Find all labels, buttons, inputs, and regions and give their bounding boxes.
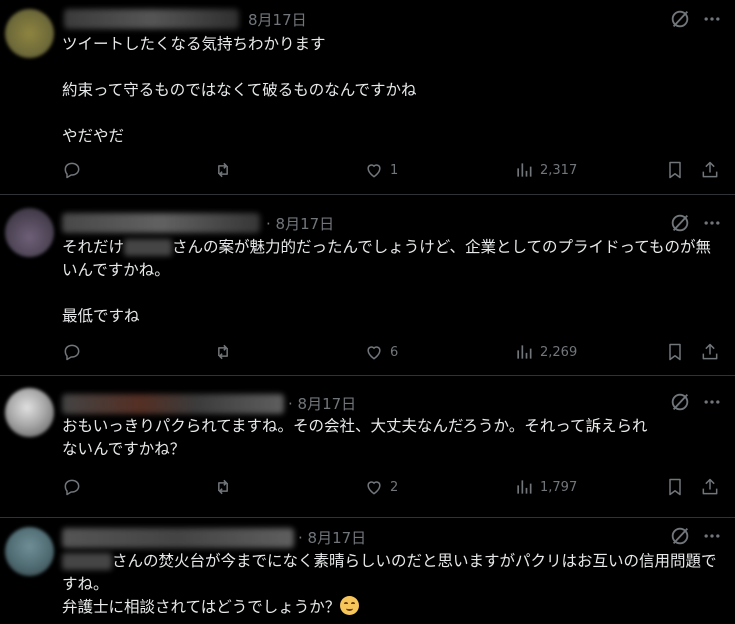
- like-button[interactable]: 2: [364, 477, 398, 497]
- smiling-face-emoji-icon: [340, 596, 360, 615]
- reply-button[interactable]: [62, 477, 82, 497]
- mentioned-name-blurred: [62, 553, 112, 570]
- views-chart-icon: [517, 163, 532, 177]
- views-button[interactable]: 1,797: [514, 477, 577, 497]
- reply-icon: [64, 344, 80, 361]
- reply-button[interactable]: [62, 160, 82, 180]
- avatar[interactable]: [5, 208, 54, 257]
- views-button[interactable]: 2,269: [514, 342, 577, 362]
- share-icon: [702, 161, 718, 178]
- avatar[interactable]: [5, 388, 54, 437]
- like-count: 1: [390, 162, 399, 178]
- user-name-blurred[interactable]: [62, 213, 260, 233]
- share-icon: [702, 343, 718, 360]
- user-name-blurred[interactable]: [62, 394, 284, 414]
- mentioned-name-blurred: [124, 239, 173, 256]
- user-name-blurred[interactable]: [62, 528, 294, 548]
- repost-button[interactable]: [213, 342, 233, 362]
- post-text-part: それだけ: [62, 238, 125, 256]
- like-button[interactable]: 6: [364, 342, 398, 362]
- reply-3[interactable]: · 8月17日 おもいっきりパクられてますね。その会社、大丈夫なんだろうか。それ…: [0, 376, 735, 518]
- repost-button[interactable]: [213, 160, 233, 180]
- repost-icon: [218, 162, 228, 178]
- like-count: 2: [390, 479, 399, 495]
- share-button[interactable]: [700, 477, 720, 497]
- bookmark-button[interactable]: [665, 160, 685, 180]
- bookmark-icon: [669, 478, 681, 496]
- post-text: それだけ さんの案が魅力的だったんでしょうけど、企業としてのプライドってものが無い…: [62, 236, 724, 328]
- post-date[interactable]: · 8月17日: [288, 393, 356, 414]
- more-icon[interactable]: [702, 8, 722, 30]
- bookmark-icon: [669, 161, 681, 179]
- post-date[interactable]: · 8月17日: [266, 213, 334, 234]
- views-button[interactable]: 2,317: [514, 160, 577, 180]
- share-button[interactable]: [700, 342, 720, 362]
- share-button[interactable]: [700, 160, 720, 180]
- bookmark-icon: [669, 343, 681, 361]
- post-text: ツイートしたくなる気持ちわかります 約束って守るものではなくて破るものなんですか…: [62, 35, 417, 145]
- reply-icon: [64, 479, 80, 496]
- more-icon[interactable]: [702, 391, 722, 413]
- repost-icon: [218, 344, 228, 360]
- views-chart-icon: [517, 345, 532, 359]
- reply-1[interactable]: 8月17日 ツイートしたくなる気持ちわかります 約束って守るものではなくて破るも…: [0, 0, 735, 195]
- views-count: 2,269: [540, 344, 578, 360]
- bookmark-button[interactable]: [665, 342, 685, 362]
- reply-4[interactable]: · 8月17日 さんの焚火台が今までになく素晴らしいのだと思いますがパクリはお互…: [0, 518, 735, 624]
- views-count: 2,317: [540, 162, 578, 178]
- reply-button[interactable]: [62, 342, 82, 362]
- post-text: おもいっきりパクられてますね。その会社、大丈夫なんだろうか。それって訴えられない…: [62, 417, 648, 458]
- views-count: 1,797: [540, 479, 578, 495]
- heart-icon: [367, 481, 381, 495]
- like-button[interactable]: 1: [364, 160, 398, 180]
- heart-icon: [367, 164, 381, 178]
- post-date[interactable]: · 8月17日: [298, 527, 366, 548]
- more-icon[interactable]: [702, 525, 722, 547]
- repost-button[interactable]: [213, 477, 233, 497]
- share-icon: [702, 478, 718, 495]
- heart-icon: [367, 346, 381, 360]
- reply-2[interactable]: · 8月17日 それだけ さんの案が魅力的だったんでしょうけど、企業としてのプライ…: [0, 195, 735, 376]
- reply-icon: [64, 162, 80, 179]
- avatar[interactable]: [5, 527, 54, 576]
- post-date[interactable]: 8月17日: [248, 9, 307, 30]
- grok-icon[interactable]: [669, 391, 691, 413]
- more-icon[interactable]: [702, 212, 722, 234]
- grok-icon[interactable]: [669, 8, 691, 30]
- user-name-blurred[interactable]: [64, 9, 239, 29]
- reply-feed: 8月17日 ツイートしたくなる気持ちわかります 約束って守るものではなくて破るも…: [0, 0, 735, 624]
- grok-icon[interactable]: [669, 525, 691, 547]
- post-text: さんの焚火台が今までになく素晴らしいのだと思いますがパクリはお互いの信用問題です…: [62, 550, 722, 619]
- like-count: 6: [390, 344, 399, 360]
- repost-icon: [218, 479, 228, 495]
- bookmark-button[interactable]: [665, 477, 685, 497]
- avatar[interactable]: [5, 9, 54, 58]
- grok-icon[interactable]: [669, 212, 691, 234]
- post-text-part: さんの焚火台が今までになく素晴らしいのだと思いますがパクリはお互いの信用問題です…: [62, 552, 717, 616]
- views-chart-icon: [517, 480, 532, 494]
